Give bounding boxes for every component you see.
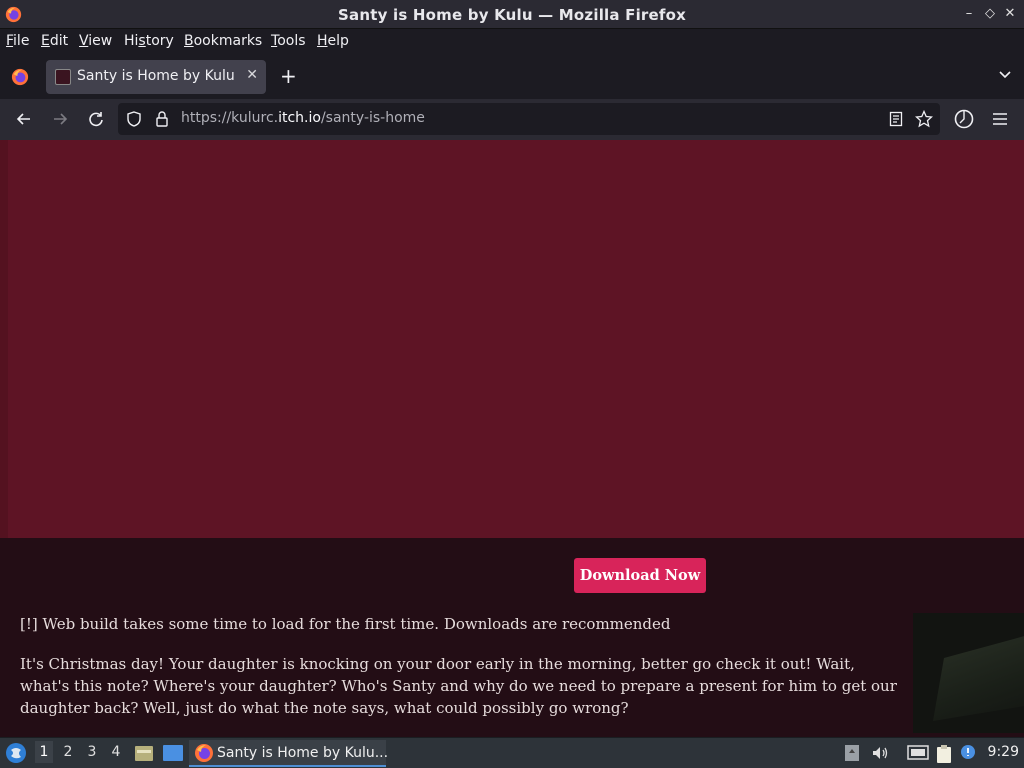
menu-tools[interactable]: Tools <box>271 33 306 49</box>
chevron-down-icon[interactable] <box>998 68 1012 82</box>
workspace-4[interactable]: 4 <box>107 744 125 760</box>
itch-favicon-icon <box>55 69 71 85</box>
page-content: Download Now [!] Web build takes some ti… <box>0 140 1024 737</box>
download-now-button[interactable]: Download Now <box>574 558 706 593</box>
notification-icon[interactable] <box>960 744 978 762</box>
maximize-button[interactable]: ◇ <box>981 5 999 23</box>
window-titlebar: Santy is Home by Kulu — Mozilla Firefox … <box>0 0 1024 29</box>
taskbar: 1 2 3 4 Santy is Home by Kulu... 9:29 <box>0 737 1024 768</box>
game-description: It's Christmas day! Your daughter is kno… <box>20 655 897 717</box>
reload-icon[interactable] <box>85 108 107 130</box>
back-arrow-icon[interactable] <box>13 108 35 130</box>
lock-icon[interactable] <box>155 110 169 128</box>
taskbar-task-label: Santy is Home by Kulu... <box>217 745 389 761</box>
hamburger-menu-icon[interactable] <box>989 108 1011 130</box>
tab-title: Santy is Home by Kulu <box>77 68 235 84</box>
workspace-2[interactable]: 2 <box>59 744 77 760</box>
screenshot-thumbnail[interactable] <box>913 613 1024 733</box>
workspace-1[interactable]: 1 <box>35 741 53 763</box>
tab-santy-is-home[interactable]: Santy is Home by Kulu ✕ <box>46 60 266 94</box>
workspace-3[interactable]: 3 <box>83 744 101 760</box>
taskbar-task-firefox[interactable]: Santy is Home by Kulu... <box>189 740 389 767</box>
window-title: Santy is Home by Kulu — Mozilla Firefox <box>338 6 686 24</box>
show-desktop-icon[interactable] <box>162 743 184 763</box>
tab-close-icon[interactable]: ✕ <box>246 67 258 83</box>
firefox-icon <box>195 744 213 762</box>
url-host: itch.io <box>278 110 321 126</box>
thumbnail-scene <box>933 631 1024 721</box>
menu-view[interactable]: View <box>79 33 112 49</box>
clipboard-icon[interactable] <box>934 744 954 764</box>
shield-icon[interactable] <box>126 111 142 127</box>
menu-file[interactable]: File <box>6 33 29 49</box>
menu-edit[interactable]: Edit <box>41 33 68 49</box>
menu-bar: File Edit View History Bookmarks Tools H… <box>0 29 1024 55</box>
minimize-button[interactable]: – <box>960 5 978 23</box>
close-window-button[interactable]: ✕ <box>1001 5 1019 23</box>
web-build-note: [!] Web build takes some time to load fo… <box>20 615 671 633</box>
url-prefix: https://kulurc. <box>181 110 279 126</box>
url-path: /santy-is-home <box>320 110 425 126</box>
new-tab-button[interactable]: + <box>280 64 297 88</box>
menu-help[interactable]: Help <box>317 33 349 49</box>
start-menu-icon[interactable] <box>5 742 27 764</box>
forward-arrow-icon[interactable] <box>49 108 71 130</box>
firefox-view-icon[interactable] <box>11 68 29 86</box>
account-icon[interactable] <box>953 108 975 130</box>
web-game-frame[interactable] <box>0 140 1024 538</box>
network-icon[interactable] <box>907 744 929 762</box>
volume-icon[interactable] <box>871 744 889 762</box>
clock: 9:29 <box>987 744 1019 760</box>
file-manager-icon[interactable] <box>134 743 154 763</box>
tab-strip: Santy is Home by Kulu ✕ + <box>0 55 1024 99</box>
url-bar[interactable]: https://kulurc.itch.io/santy-is-home <box>118 103 940 135</box>
menu-history[interactable]: History <box>124 33 174 49</box>
navigation-toolbar: https://kulurc.itch.io/santy-is-home <box>0 99 1024 140</box>
disk-icon[interactable] <box>844 744 860 762</box>
reader-view-icon[interactable] <box>889 111 903 127</box>
bookmark-star-icon[interactable] <box>915 110 933 128</box>
menu-bookmarks[interactable]: Bookmarks <box>184 33 262 49</box>
game-frame-edge <box>0 140 8 538</box>
url-text[interactable]: https://kulurc.itch.io/santy-is-home <box>181 110 425 126</box>
